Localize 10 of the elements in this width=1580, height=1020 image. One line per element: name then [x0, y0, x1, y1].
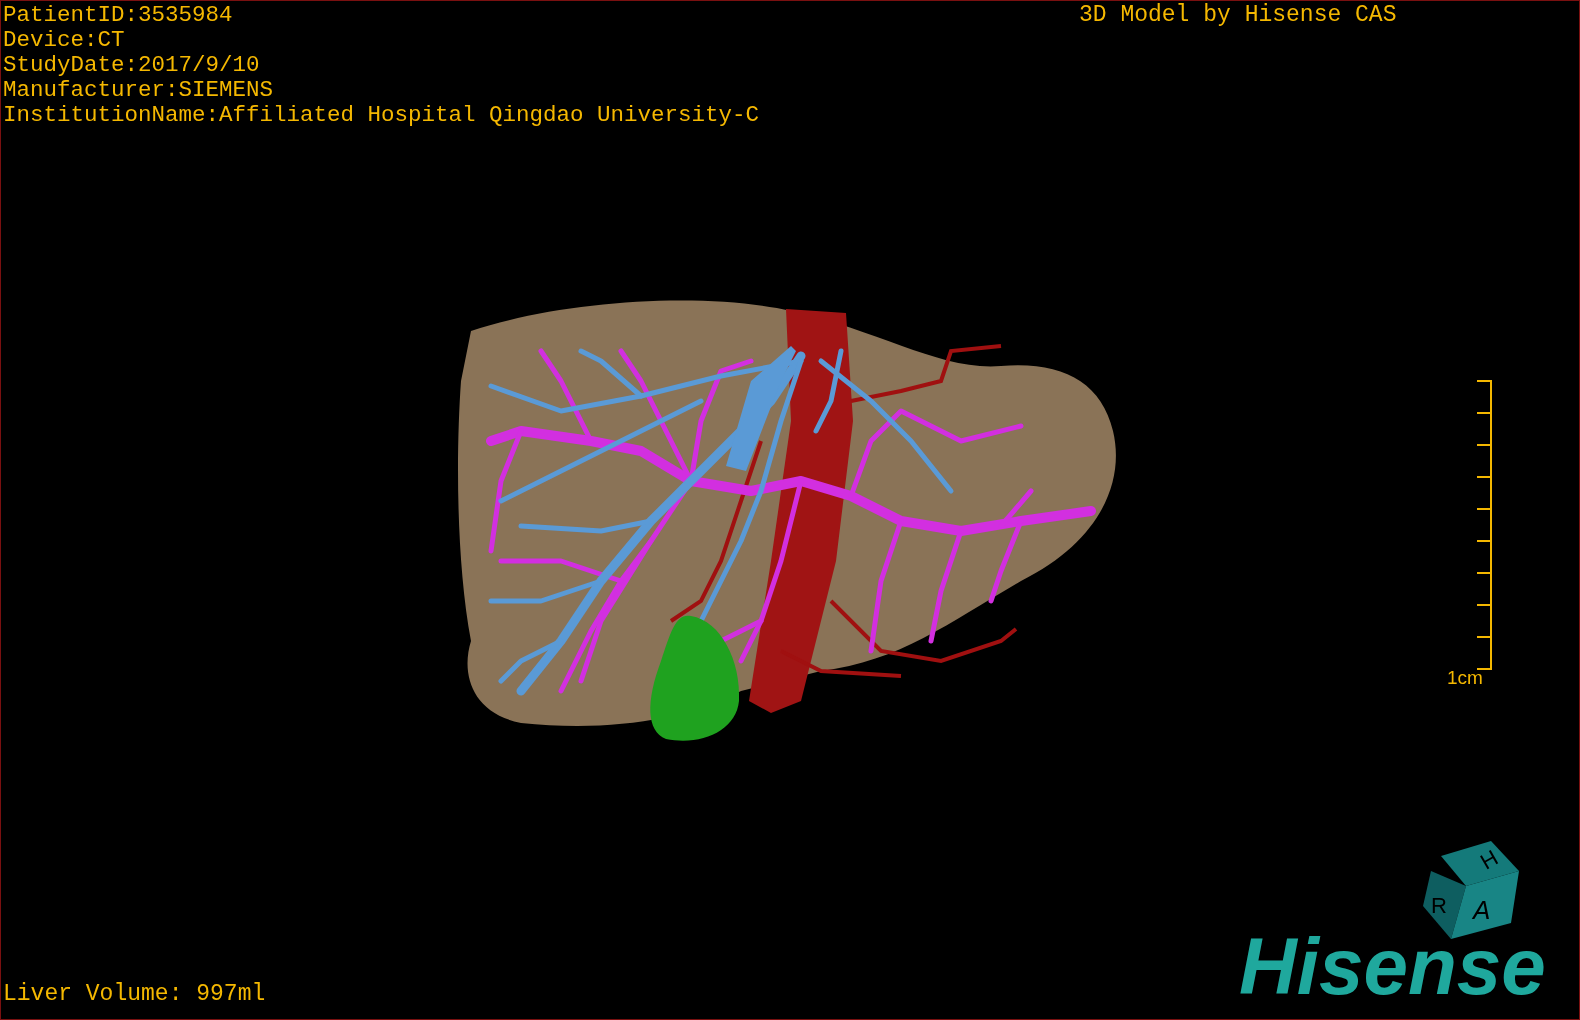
scale-label: 1cm: [1447, 667, 1483, 689]
patient-info-text: PatientID:3535984: [3, 3, 234, 28]
3d-viewport[interactable]: H R A PatientID:3535984 Device:CT StudyDate:2017/9/10 Manufacturer:SIEMENS InstitutionName:Affiliated Hospital Qingdao University-C 3D Model by Hisense CAS 1cm Liver Volume: 997ml Hisense: [0, 0, 1580, 1020]
patient-info-text: InstitutionName:Affiliated Hospital Qingdao University-C: [3, 103, 760, 128]
liver-volume-text: Liver Volume: 997ml: [3, 981, 266, 1007]
orientation-cube[interactable]: H R A: [1423, 841, 1519, 939]
patient-info-text: StudyDate:2017/9/10: [3, 53, 261, 78]
patient-info-text: Manufacturer:SIEMENS: [3, 78, 275, 103]
model-title: 3D Model by Hisense CAS: [1079, 3, 1397, 28]
patient-info-text: Device:CT: [3, 28, 126, 53]
